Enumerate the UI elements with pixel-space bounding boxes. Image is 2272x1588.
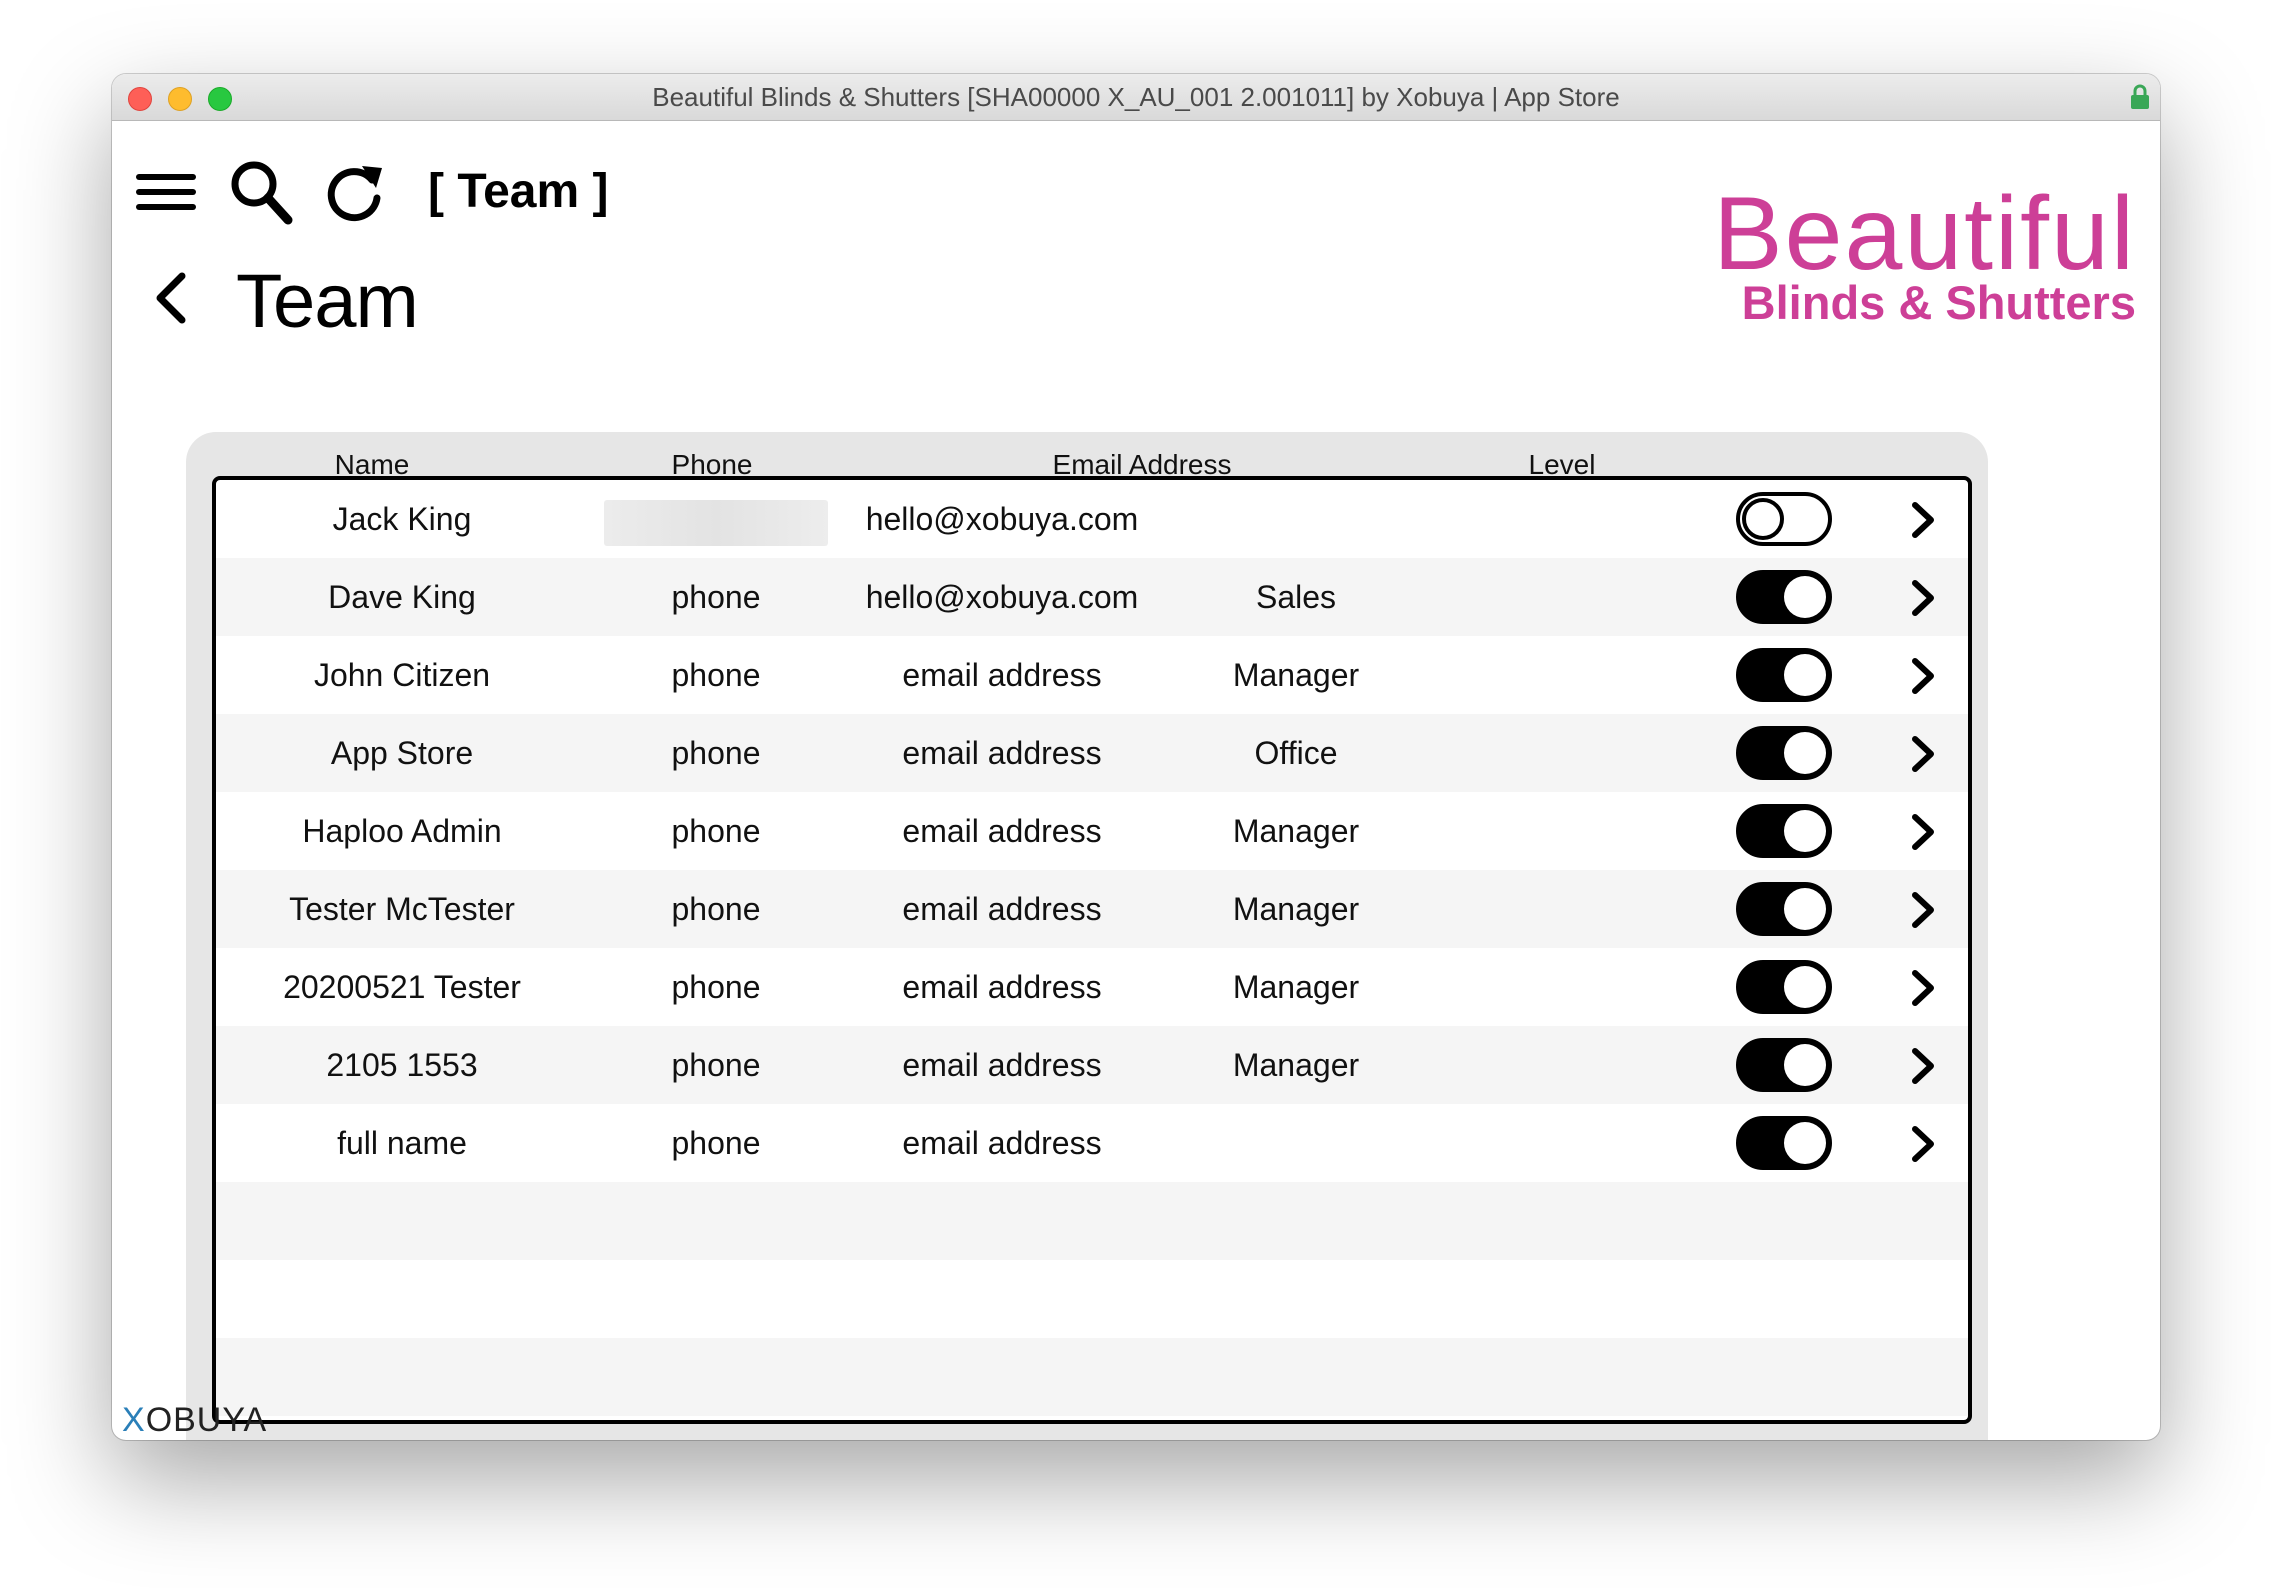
table-row[interactable]: full name phone email address xyxy=(216,1104,1968,1182)
active-toggle[interactable] xyxy=(1736,1116,1832,1170)
cell-phone: phone xyxy=(671,579,761,615)
cell-email: email address xyxy=(902,813,1102,849)
breadcrumb: [ Team ] xyxy=(428,165,609,218)
table-row[interactable]: Haploo Admin phone email address Manager xyxy=(216,792,1968,870)
chevron-right-icon[interactable] xyxy=(1908,1046,1938,1086)
cell-email: email address xyxy=(902,1125,1102,1161)
chevron-right-icon[interactable] xyxy=(1908,812,1938,852)
cell-phone: phone xyxy=(671,969,761,1005)
lock-icon xyxy=(2131,84,2149,109)
cell-name: John Citizen xyxy=(313,657,491,693)
back-chevron-icon[interactable] xyxy=(148,270,192,326)
cell-email: email address xyxy=(902,1047,1102,1083)
active-toggle[interactable] xyxy=(1736,1038,1832,1092)
chevron-right-icon[interactable] xyxy=(1908,500,1938,540)
table-row[interactable]: Jack King hello@xobuya.com xyxy=(216,480,1968,558)
table-row[interactable]: John Citizen phone email address Manager xyxy=(216,636,1968,714)
refresh-icon[interactable] xyxy=(322,158,386,226)
toggle-knob xyxy=(1742,498,1784,540)
toggle-knob xyxy=(1784,1044,1826,1086)
cell-name: 20200521 Tester xyxy=(283,969,521,1005)
active-toggle[interactable] xyxy=(1736,960,1832,1014)
chevron-right-icon[interactable] xyxy=(1908,734,1938,774)
active-toggle[interactable] xyxy=(1736,882,1832,936)
empty-row xyxy=(216,1338,1968,1416)
cell-email: email address xyxy=(902,891,1102,927)
cell-name: App Store xyxy=(330,735,474,771)
title-bar: Beautiful Blinds & Shutters [SHA00000 X_… xyxy=(112,74,2160,121)
table-row[interactable]: Tester McTester phone email address Manager xyxy=(216,870,1968,948)
cell-name: Jack King xyxy=(332,501,472,537)
cell-level: Sales xyxy=(1255,579,1337,615)
table-row[interactable]: Dave King phone hello@xobuya.com Sales xyxy=(216,558,1968,636)
menu-icon[interactable] xyxy=(134,158,198,226)
window-title: Beautiful Blinds & Shutters [SHA00000 X_… xyxy=(652,82,1620,112)
cell-name: Dave King xyxy=(328,579,476,615)
cell-level: Manager xyxy=(1232,813,1360,849)
active-toggle[interactable] xyxy=(1736,648,1832,702)
chevron-right-icon[interactable] xyxy=(1908,578,1938,618)
cell-name: full name xyxy=(337,1125,467,1161)
empty-row xyxy=(216,1416,1968,1420)
cell-email: hello@xobuya.com xyxy=(865,579,1139,615)
cell-name: Tester McTester xyxy=(289,891,515,927)
active-toggle[interactable] xyxy=(1736,492,1832,546)
chevron-right-icon[interactable] xyxy=(1908,1124,1938,1164)
chevron-right-icon[interactable] xyxy=(1908,968,1938,1008)
cell-level: Manager xyxy=(1232,969,1360,1005)
table-row[interactable]: 20200521 Tester phone email address Manager xyxy=(216,948,1968,1026)
page-title: Team xyxy=(236,259,419,344)
active-toggle[interactable] xyxy=(1736,804,1832,858)
brand-x: X xyxy=(122,1401,146,1439)
table-row[interactable]: 2105 1553 phone email address Manager xyxy=(216,1026,1968,1104)
chevron-right-icon[interactable] xyxy=(1908,890,1938,930)
logo-line1: Beautiful xyxy=(1713,176,2136,292)
cell-phone: phone xyxy=(671,1125,761,1161)
xobuya-brand: XOBUYA xyxy=(122,1400,267,1440)
logo-line2: Blinds & Shutters xyxy=(1741,276,2136,329)
active-toggle[interactable] xyxy=(1736,726,1832,780)
cell-phone: phone xyxy=(671,891,761,927)
team-table: Jack King hello@xobuya.com Dave King phone h… xyxy=(212,476,1972,1424)
cell-email: hello@xobuya.com xyxy=(865,501,1139,537)
toggle-knob xyxy=(1784,810,1826,852)
toggle-knob xyxy=(1784,654,1826,696)
search-icon[interactable] xyxy=(228,158,294,226)
cell-level: Office xyxy=(1254,735,1338,771)
chevron-right-icon[interactable] xyxy=(1908,656,1938,696)
toggle-knob xyxy=(1784,1122,1826,1164)
toggle-knob xyxy=(1784,966,1826,1008)
cell-email: email address xyxy=(902,735,1102,771)
empty-row xyxy=(216,1182,1968,1260)
table-row[interactable]: App Store phone email address Office xyxy=(216,714,1968,792)
cell-name: Haploo Admin xyxy=(302,813,502,849)
phone-placeholder xyxy=(604,500,828,546)
cell-phone: phone xyxy=(671,735,761,771)
brand-logo: Beautiful Blinds & Shutters xyxy=(1713,182,2136,328)
empty-row xyxy=(216,1260,1968,1338)
app-window: Beautiful Blinds & Shutters [SHA00000 X_… xyxy=(112,74,2160,1440)
toggle-knob xyxy=(1784,732,1826,774)
toggle-knob xyxy=(1784,576,1826,618)
cell-email: email address xyxy=(902,969,1102,1005)
cell-level: Manager xyxy=(1232,1047,1360,1083)
cell-phone: phone xyxy=(671,657,761,693)
cell-phone: phone xyxy=(671,813,761,849)
cell-level: Manager xyxy=(1232,891,1360,927)
cell-level: Manager xyxy=(1232,657,1360,693)
brand-rest: OBUYA xyxy=(145,1401,268,1439)
cell-email: email address xyxy=(902,657,1102,693)
cell-name: 2105 1553 xyxy=(326,1047,478,1083)
toggle-knob xyxy=(1784,888,1826,930)
active-toggle[interactable] xyxy=(1736,570,1832,624)
cell-phone: phone xyxy=(671,1047,761,1083)
